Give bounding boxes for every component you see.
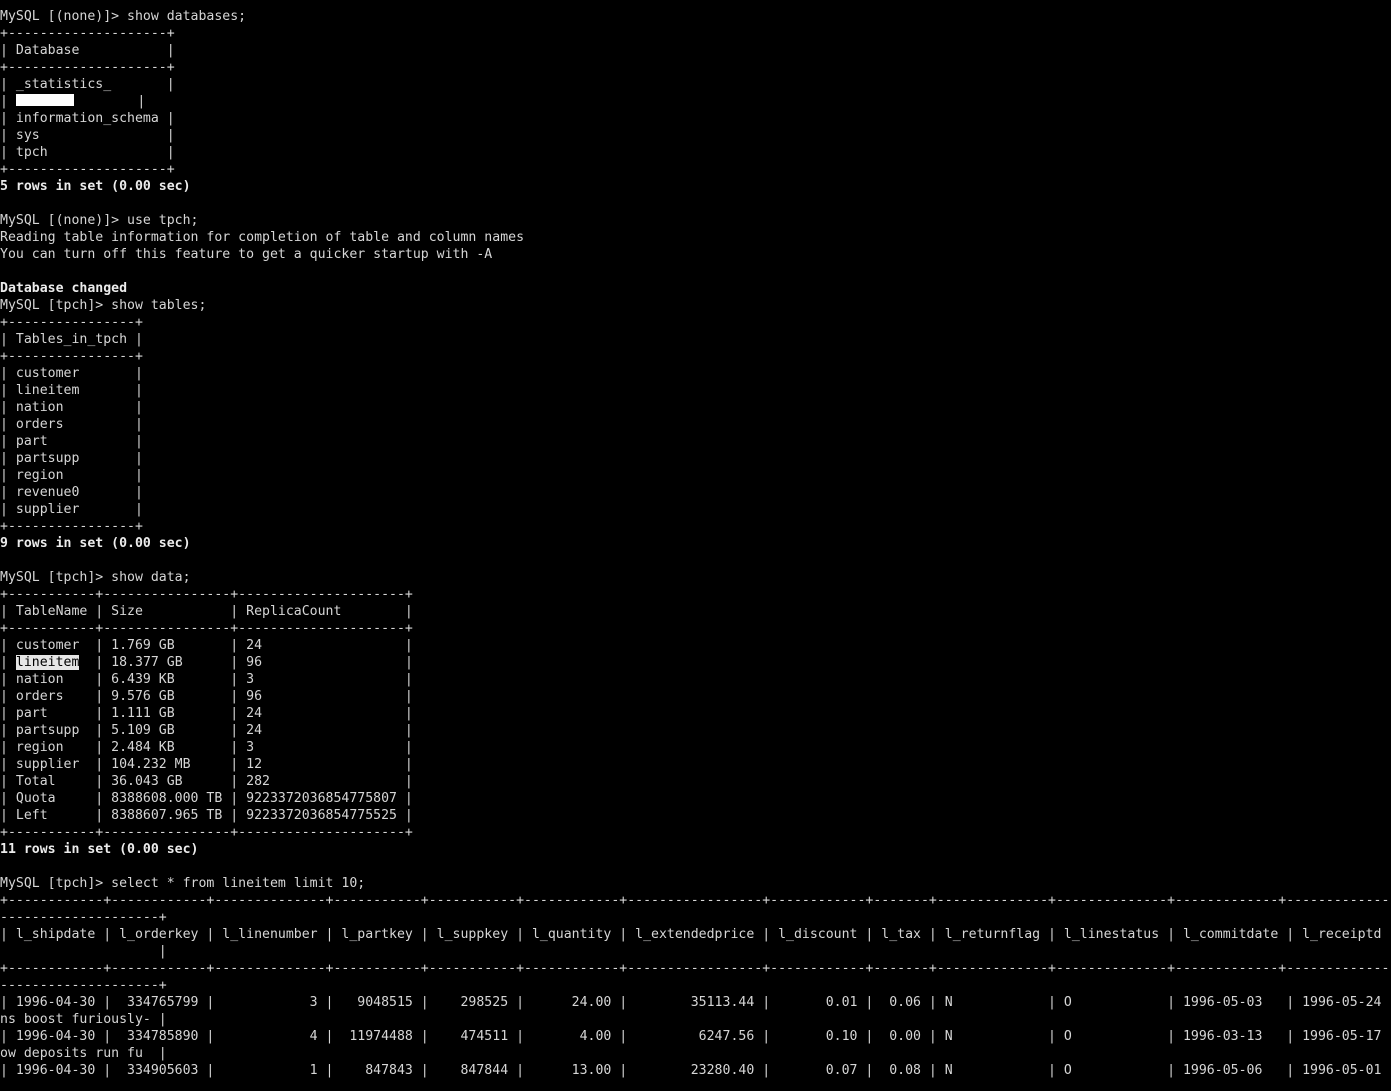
- terminal-line: | nation |: [0, 400, 143, 415]
- terminal-line: 11 rows in set (0.00 sec): [0, 842, 199, 857]
- terminal-line: +--------------------+: [0, 26, 175, 41]
- terminal-line: | lineitem |: [0, 383, 143, 398]
- terminal-line: | orders | 9.576 GB | 96 |: [0, 689, 413, 704]
- terminal-line: | Quota | 8388608.000 TB | 9223372036854…: [0, 791, 413, 806]
- terminal-line: +----------------+: [0, 519, 143, 534]
- terminal-line: --------------------+: [0, 910, 167, 925]
- terminal-line: | partsupp | 5.109 GB | 24 |: [0, 723, 413, 738]
- terminal-line: +----------------+: [0, 315, 143, 330]
- terminal-line: MySQL [tpch]> show data;: [0, 570, 191, 585]
- terminal-line: +-----------+----------------+----------…: [0, 621, 413, 636]
- terminal-line: Database changed: [0, 281, 128, 296]
- terminal-line: ns boost furiously- |: [0, 1012, 167, 1027]
- terminal-line: | region |: [0, 468, 143, 483]
- terminal-text: |: [0, 94, 16, 109]
- terminal-line: 5 rows in set (0.00 sec): [0, 179, 191, 194]
- terminal-text: |: [73, 94, 146, 109]
- terminal-line: | customer | 1.769 GB | 24 |: [0, 638, 413, 653]
- terminal-line: | nation | 6.439 KB | 3 |: [0, 672, 413, 687]
- selected-text: lineitem: [15, 655, 80, 670]
- terminal-line: | l_shipdate | l_orderkey | l_linenumber…: [0, 927, 1382, 942]
- terminal-line: MySQL [tpch]> select * from lineitem lim…: [0, 876, 366, 891]
- terminal-line: | orders |: [0, 417, 143, 432]
- terminal-line: | part | 1.111 GB | 24 |: [0, 706, 413, 721]
- terminal-line: MySQL [(none)]> use tpch;: [0, 213, 199, 228]
- terminal-line: | TableName | Size | ReplicaCount |: [0, 604, 413, 619]
- terminal-line: | sys |: [0, 128, 175, 143]
- terminal-line: | Left | 8388607.965 TB | 92233720368547…: [0, 808, 413, 823]
- terminal-line: ow deposits run fu |: [0, 1046, 167, 1061]
- terminal-line: You can turn off this feature to get a q…: [0, 247, 493, 262]
- terminal-line: | partsupp |: [0, 451, 143, 466]
- terminal-line: | information_schema |: [0, 111, 175, 126]
- terminal-line: +------------+------------+-------------…: [0, 961, 1390, 976]
- terminal-line: +------------+------------+-------------…: [0, 893, 1390, 908]
- terminal-line: | Tables_in_tpch |: [0, 332, 143, 347]
- terminal-line: | region | 2.484 KB | 3 |: [0, 740, 413, 755]
- terminal-line: | customer |: [0, 366, 143, 381]
- terminal-line: +--------------------+: [0, 60, 175, 75]
- terminal-text: |: [0, 655, 16, 670]
- terminal-line: 9 rows in set (0.00 sec): [0, 536, 191, 551]
- terminal-line: MySQL [(none)]> show databases;: [0, 9, 247, 24]
- terminal-line: | 1996-04-30 | 334765799 | 3 | 9048515 |…: [0, 995, 1382, 1010]
- terminal-line: | Database |: [0, 43, 175, 58]
- terminal-line: | 1996-04-30 | 334785890 | 4 | 11974488 …: [0, 1029, 1382, 1044]
- terminal-line: | revenue0 |: [0, 485, 143, 500]
- terminal-line: +----------------+: [0, 349, 143, 364]
- terminal-line: | 1996-04-30 | 334905603 | 1 | 847843 | …: [0, 1063, 1382, 1078]
- terminal-line: +-----------+----------------+----------…: [0, 825, 413, 840]
- terminal-output[interactable]: MySQL [(none)]> show databases; +--------…: [0, 8, 1391, 1091]
- terminal-line: Reading table information for completion…: [0, 230, 525, 245]
- terminal-line: | supplier | 104.232 MB | 12 |: [0, 757, 413, 772]
- terminal-text: | 18.377 GB | 96 |: [79, 655, 413, 670]
- terminal-line: | |: [0, 93, 1391, 110]
- terminal-line: | lineitem | 18.377 GB | 96 |: [0, 654, 1391, 671]
- terminal-line: +-----------+----------------+----------…: [0, 587, 413, 602]
- redacted-block: [15, 94, 74, 106]
- terminal-line: |: [0, 944, 167, 959]
- terminal-line: +--------------------+: [0, 162, 175, 177]
- terminal-line: MySQL [tpch]> show tables;: [0, 298, 207, 313]
- terminal-line: | Total | 36.043 GB | 282 |: [0, 774, 413, 789]
- terminal-line: | tpch |: [0, 145, 175, 160]
- terminal-line: | supplier |: [0, 502, 143, 517]
- terminal-line: | part |: [0, 434, 143, 449]
- terminal-line: | _statistics_ |: [0, 77, 175, 92]
- terminal-line: --------------------+: [0, 978, 167, 993]
